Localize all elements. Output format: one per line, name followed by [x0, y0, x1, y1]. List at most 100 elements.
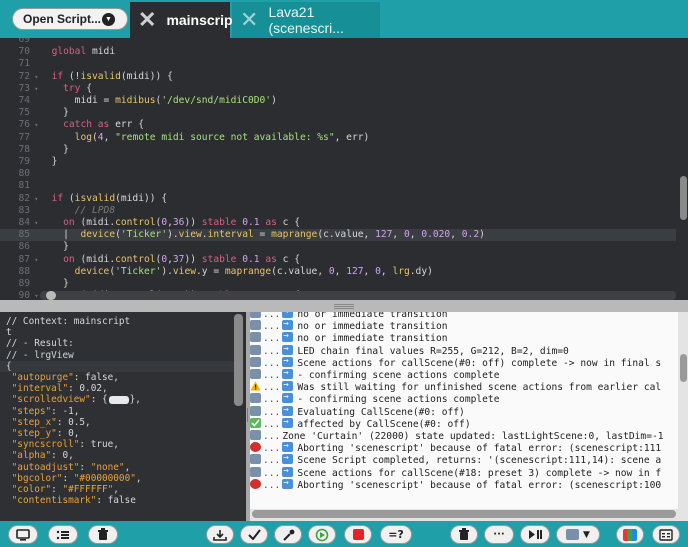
splitter-grip-icon[interactable] — [334, 304, 354, 309]
log-entry[interactable]: ... Scene actions for callScene(#18: pres… — [250, 465, 678, 480]
code-token: device — [80, 229, 116, 241]
log-entry[interactable]: ... LED chain final values R=255, G=212, … — [250, 343, 678, 358]
editor-vertical-scroll-thumb[interactable] — [680, 176, 687, 220]
palette-button[interactable] — [616, 525, 644, 544]
download-button[interactable] — [206, 525, 234, 544]
code-line[interactable]: 81 — [0, 180, 676, 192]
step-play-button[interactable] — [520, 525, 550, 544]
code-line[interactable]: 89 } — [0, 278, 676, 290]
log-entry[interactable]: ... no or immediate transition — [250, 318, 678, 333]
clear-log-button[interactable] — [450, 525, 478, 544]
code-line[interactable]: 71 — [0, 58, 676, 70]
log-entry[interactable]: ... Evaluating CallScene(#0: off) — [250, 404, 678, 419]
log-entry[interactable]: ... no or immediate transition — [250, 312, 678, 321]
code-token: , — [409, 229, 422, 241]
monitor-button[interactable] — [8, 525, 38, 544]
code-token: midi — [92, 46, 116, 58]
list-button[interactable] — [48, 525, 78, 544]
log-entry[interactable]: ... Scene actions for callScene(#0: off) … — [250, 355, 678, 370]
code-line[interactable]: 76 ▾ catch as err { — [0, 119, 676, 131]
code-token: } — [51, 241, 69, 253]
code-line[interactable]: 74 midi = midibus('/dev/snd/midiC0D0') — [0, 95, 676, 107]
more-button[interactable]: ··· — [484, 525, 514, 544]
code-line[interactable]: 85 | device('Ticker').view.interval = ma… — [0, 229, 676, 242]
fold-toggle-icon[interactable]: ▾ — [30, 290, 40, 300]
fold-toggle-icon[interactable]: ▾ — [30, 119, 40, 131]
code-token: as — [259, 217, 283, 228]
code-line[interactable]: 70 global midi — [0, 46, 676, 58]
dropper-button[interactable] — [274, 525, 302, 544]
json-value: true, — [90, 439, 119, 451]
log-entry[interactable]: ... - confirming scene actions complete — [250, 391, 678, 406]
code-editor[interactable]: 69 70 global midi 71 72 ▾ if (!isvalid(mi… — [0, 38, 688, 300]
collapsed-object-chip[interactable] — [108, 395, 129, 404]
log-entry[interactable]: ... Aborting 'scenescript' because of fat… — [250, 440, 678, 455]
log-vertical-scrollbar[interactable] — [678, 312, 688, 510]
close-tab-icon[interactable]: ✕ — [138, 9, 156, 31]
line-number: 69 — [18, 38, 30, 45]
fold-toggle-icon[interactable]: ▾ — [30, 254, 40, 266]
log-entry[interactable]: ... - confirming scene actions complete — [250, 367, 678, 382]
fold-toggle-icon[interactable]: ▾ — [30, 217, 40, 229]
fold-toggle-icon[interactable]: ▾ — [30, 71, 40, 83]
editor-horizontal-scrollbar[interactable] — [40, 291, 676, 300]
log-ellipsis: ... — [263, 394, 281, 406]
log-entry[interactable]: ... Zone 'Curtain' (22000) state updated:… — [250, 430, 678, 443]
editor-horizontal-scroll-thumb[interactable] — [46, 291, 56, 300]
log-panel[interactable]: ... no or immediate transition... no or im… — [250, 312, 678, 510]
arrow-right-icon — [282, 343, 294, 355]
json-value: 0, — [62, 450, 74, 462]
fold-toggle-icon[interactable]: ▾ — [30, 83, 40, 95]
log-message: Scene Script completed, returns: '(scene… — [297, 455, 662, 467]
log-vertical-scroll-thumb[interactable] — [680, 354, 687, 382]
log-horizontal-scroll-thumb[interactable] — [252, 510, 676, 518]
code-line[interactable]: 86 } — [0, 241, 676, 253]
json-value: false, — [85, 372, 119, 383]
code-line[interactable]: 84 ▾ on (midi.control(0,36)) stable 0.1 … — [0, 217, 676, 229]
restart-icon — [315, 528, 329, 541]
code-line[interactable]: 88 device('Ticker').view.y = maprange(c.… — [0, 266, 676, 278]
info-icon — [250, 393, 261, 404]
log-level-dropdown[interactable]: ▼ — [556, 525, 600, 544]
check-button[interactable] — [240, 525, 268, 544]
code-line[interactable]: 72 ▾ if (!isvalid(midi)) { — [0, 71, 676, 83]
log-entry[interactable]: ... Was still waiting for unfinished scen… — [250, 379, 678, 394]
evaluate-button[interactable]: =? — [380, 525, 412, 544]
tab-lava21[interactable]: ✕ Lava21 (scenescri... — [232, 2, 380, 38]
fold-toggle-icon[interactable]: ▾ — [30, 193, 40, 205]
code-line[interactable]: 73 ▾ try { — [0, 83, 676, 95]
code-line[interactable]: 78 } — [0, 144, 676, 156]
log-entry[interactable]: ... Aborting 'scenescript' because of fat… — [250, 477, 678, 492]
stop-button[interactable] — [344, 525, 372, 544]
console-scroll-thumb[interactable] — [234, 314, 243, 406]
code-line[interactable]: 75 } — [0, 107, 676, 119]
log-entry[interactable]: ... Scene Script completed, returns: '(sc… — [250, 452, 678, 467]
code-line[interactable]: 69 — [0, 38, 676, 46]
code-line[interactable]: 83 // LPD8 — [0, 205, 676, 217]
delete-button[interactable] — [88, 525, 118, 544]
log-entry[interactable]: ... affected by CallScene(#0: off) — [250, 416, 678, 431]
open-script-dropdown[interactable]: Open Script... ▼ — [12, 8, 128, 30]
json-colon: : { — [90, 394, 108, 406]
line-number: 74 — [18, 95, 30, 106]
editor-vertical-scrollbar[interactable] — [678, 38, 688, 290]
console-line: // - lrgView — [6, 350, 236, 361]
console-line: "contentismark": false — [6, 495, 236, 506]
code-line[interactable]: 77 log(4, "remote midi source not availa… — [0, 132, 676, 144]
code-line[interactable]: 87 ▾ on (midi.control(0,37)) stable 0.1 … — [0, 254, 676, 266]
result-console[interactable]: // Context: mainscript t// - Result:// - … — [0, 312, 246, 521]
code-line[interactable]: 79 } — [0, 156, 676, 168]
close-tab-icon[interactable]: ✕ — [240, 9, 258, 31]
console-text: // - Result: — [6, 338, 74, 350]
tab-mainscript[interactable]: ✕ mainscript — [130, 2, 237, 38]
log-ellipsis: ... — [263, 357, 281, 369]
vertical-splitter-grip-icon[interactable] — [247, 408, 249, 422]
log-message: Scene actions for callScene(#18: preset … — [297, 467, 662, 479]
settings-button[interactable] — [652, 525, 680, 544]
code-line[interactable]: 82 ▾ if (isvalid(midi)) { — [0, 193, 676, 205]
code-line[interactable]: 80 — [0, 168, 676, 180]
log-entry[interactable]: ... no or immediate transition — [250, 330, 678, 345]
restart-button[interactable] — [308, 525, 336, 544]
line-number: 85 — [0, 229, 30, 242]
